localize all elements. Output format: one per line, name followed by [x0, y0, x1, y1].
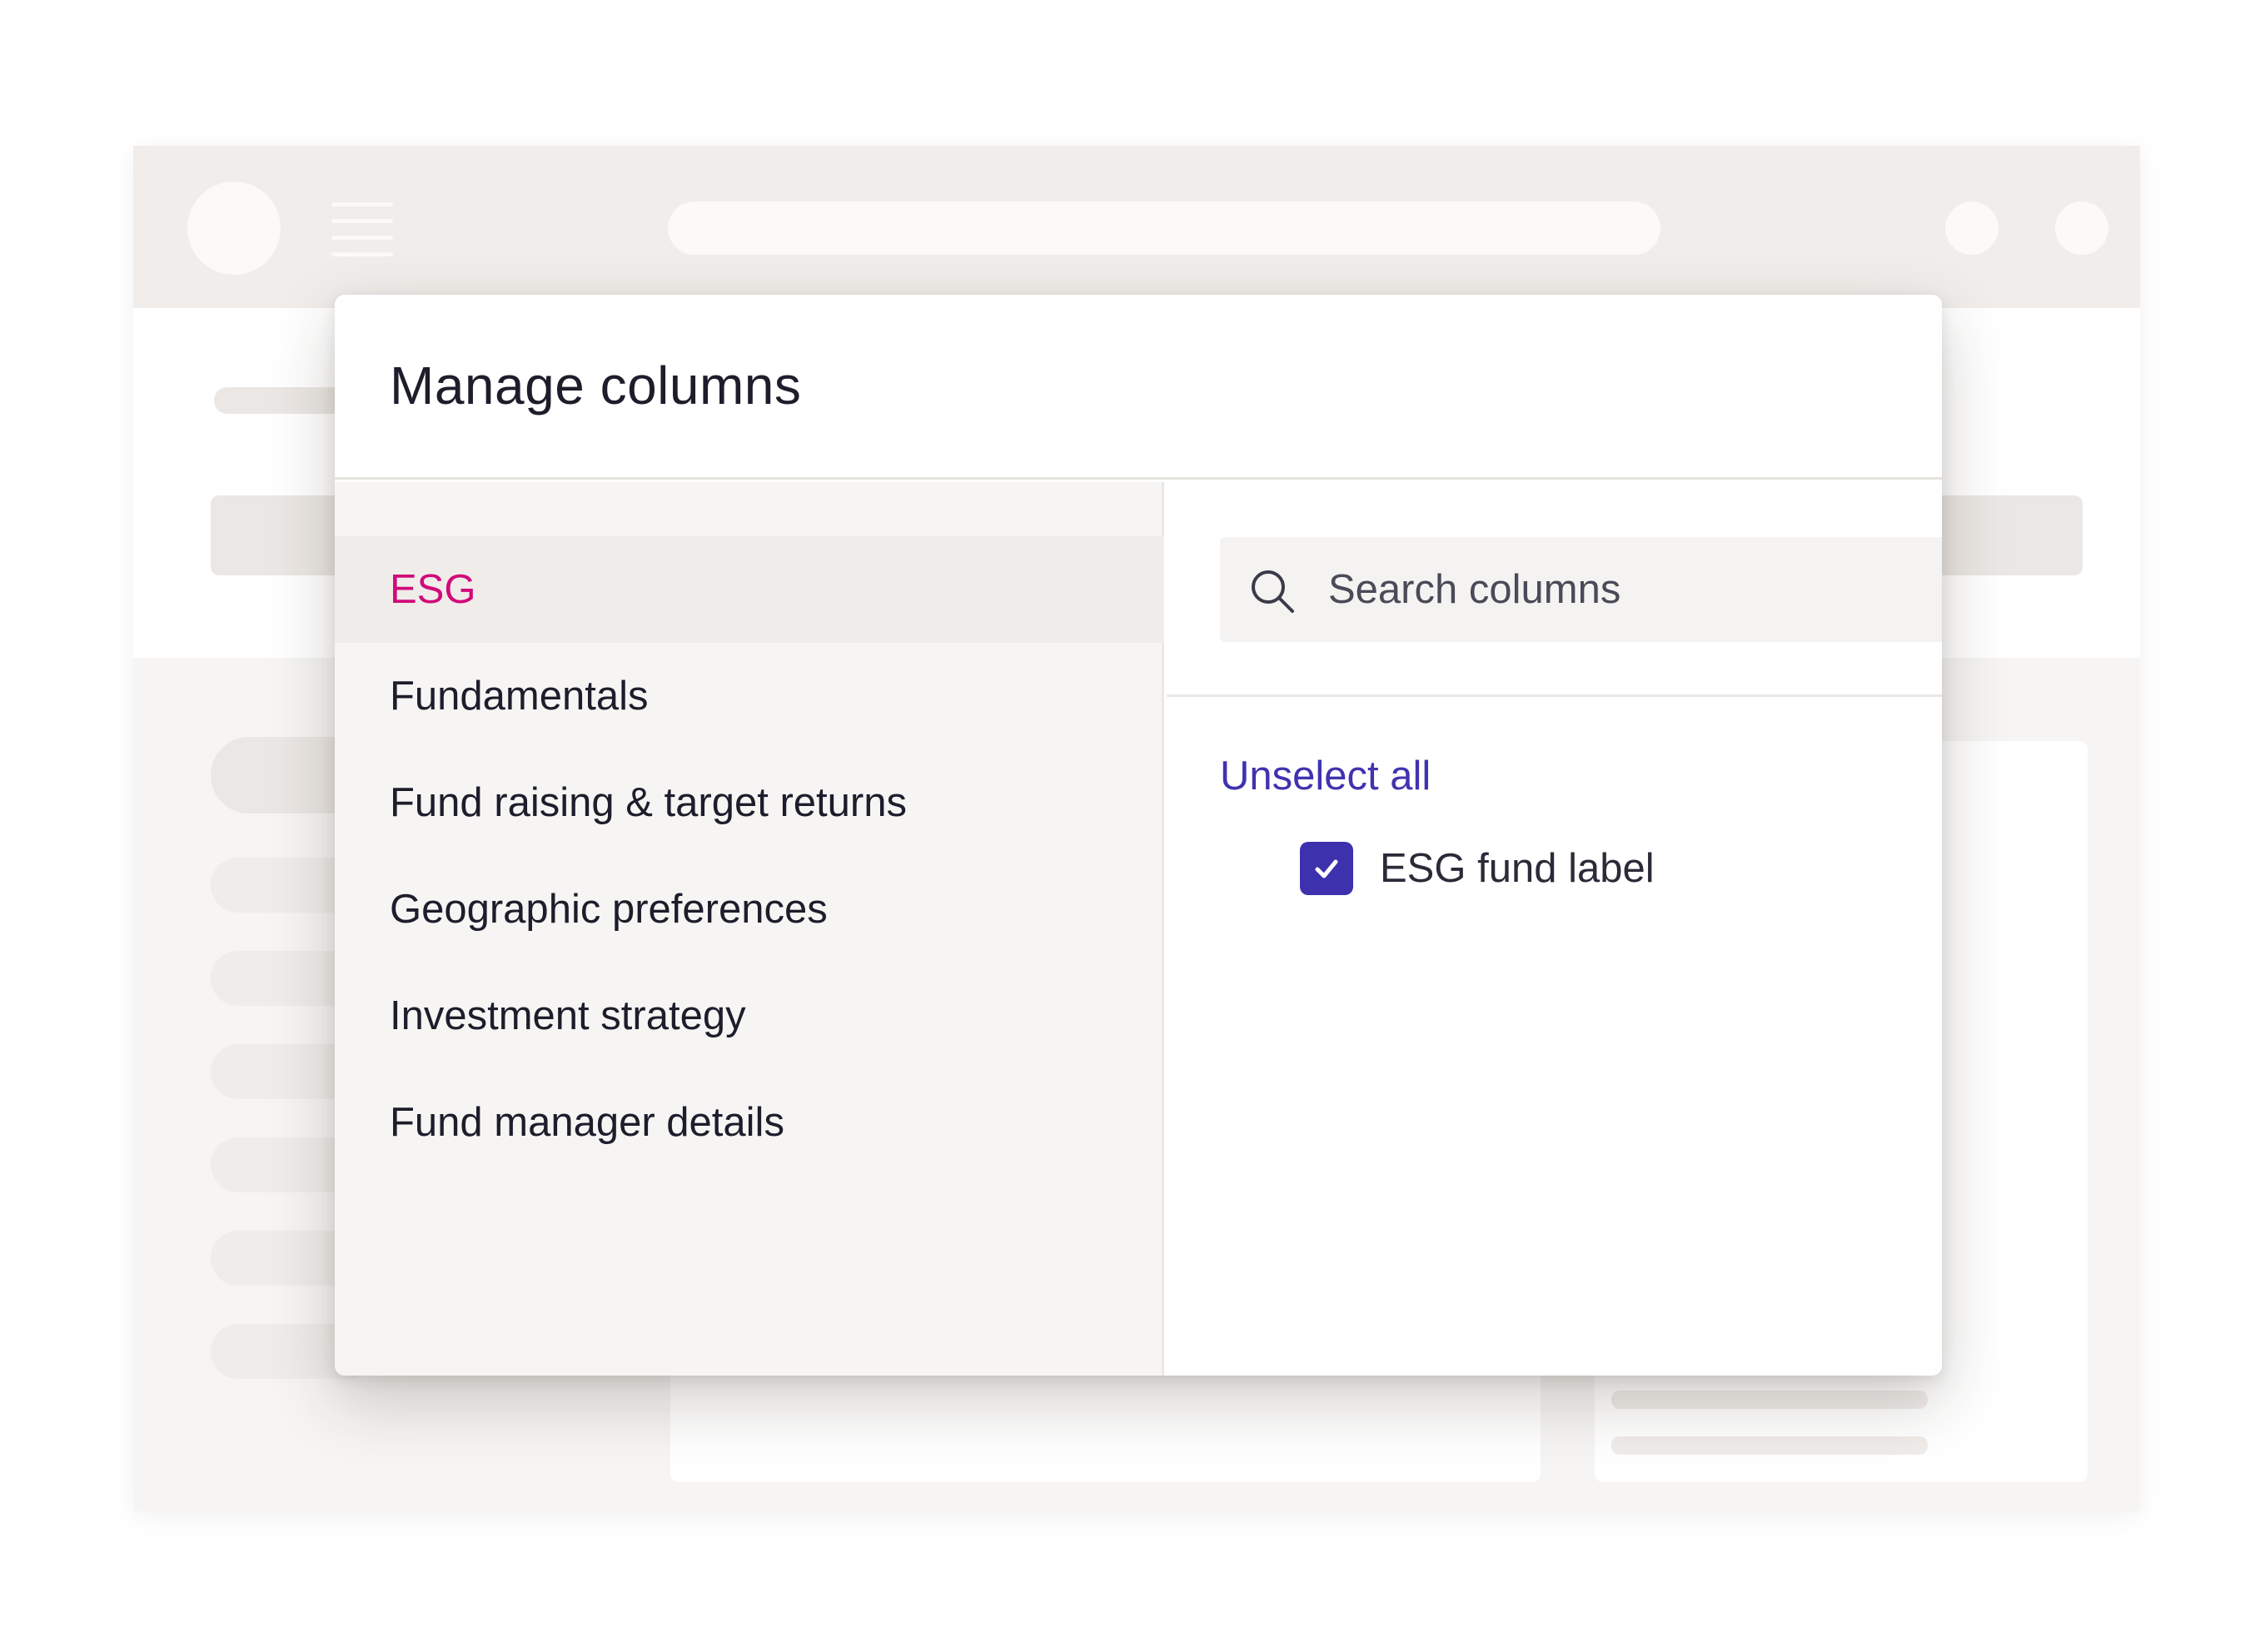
manage-columns-dialog: Manage columns ESG Fundamentals Fund rai… — [335, 295, 1942, 1376]
category-geographic-preferences[interactable]: Geographic preferences — [335, 856, 1164, 963]
search-icon — [1252, 570, 1294, 613]
background-icon-dot — [2055, 202, 2108, 255]
checkmark-icon — [1315, 859, 1338, 878]
category-investment-strategy[interactable]: Investment strategy — [335, 963, 1164, 1069]
column-option-label: ESG fund label — [1380, 846, 1655, 891]
esg-fund-label-checkbox[interactable] — [1300, 842, 1353, 895]
search-area — [1167, 482, 1942, 697]
background-menu-line — [331, 236, 393, 240]
dialog-header: Manage columns — [335, 295, 1942, 480]
unselect-all-link[interactable]: Unselect all — [1220, 753, 1431, 799]
background-menu-line — [331, 219, 393, 223]
background-card-line — [1611, 1436, 1928, 1455]
search-box[interactable] — [1220, 537, 1942, 642]
search-input[interactable] — [1328, 537, 1911, 642]
column-option-row[interactable]: ESG fund label — [1300, 840, 1655, 897]
category-fund-raising[interactable]: Fund raising & target returns — [335, 749, 1164, 856]
dialog-body: ESG Fundamentals Fund raising & target r… — [335, 482, 1942, 1376]
background-menu-line — [331, 252, 393, 256]
background-search-bar — [668, 202, 1660, 255]
background-menu-line — [331, 202, 393, 206]
background-card-line — [1611, 1391, 1928, 1409]
category-fund-manager-details[interactable]: Fund manager details — [335, 1069, 1164, 1176]
background-icon-dot — [1945, 202, 1999, 255]
background-topbar — [133, 146, 2140, 308]
category-list: ESG Fundamentals Fund raising & target r… — [335, 482, 1164, 1376]
category-fundamentals[interactable]: Fundamentals — [335, 643, 1164, 749]
columns-pane: Unselect all ESG fund label — [1167, 482, 1942, 1376]
category-esg[interactable]: ESG — [335, 536, 1164, 643]
background-avatar — [187, 182, 281, 275]
dialog-title: Manage columns — [390, 356, 802, 415]
